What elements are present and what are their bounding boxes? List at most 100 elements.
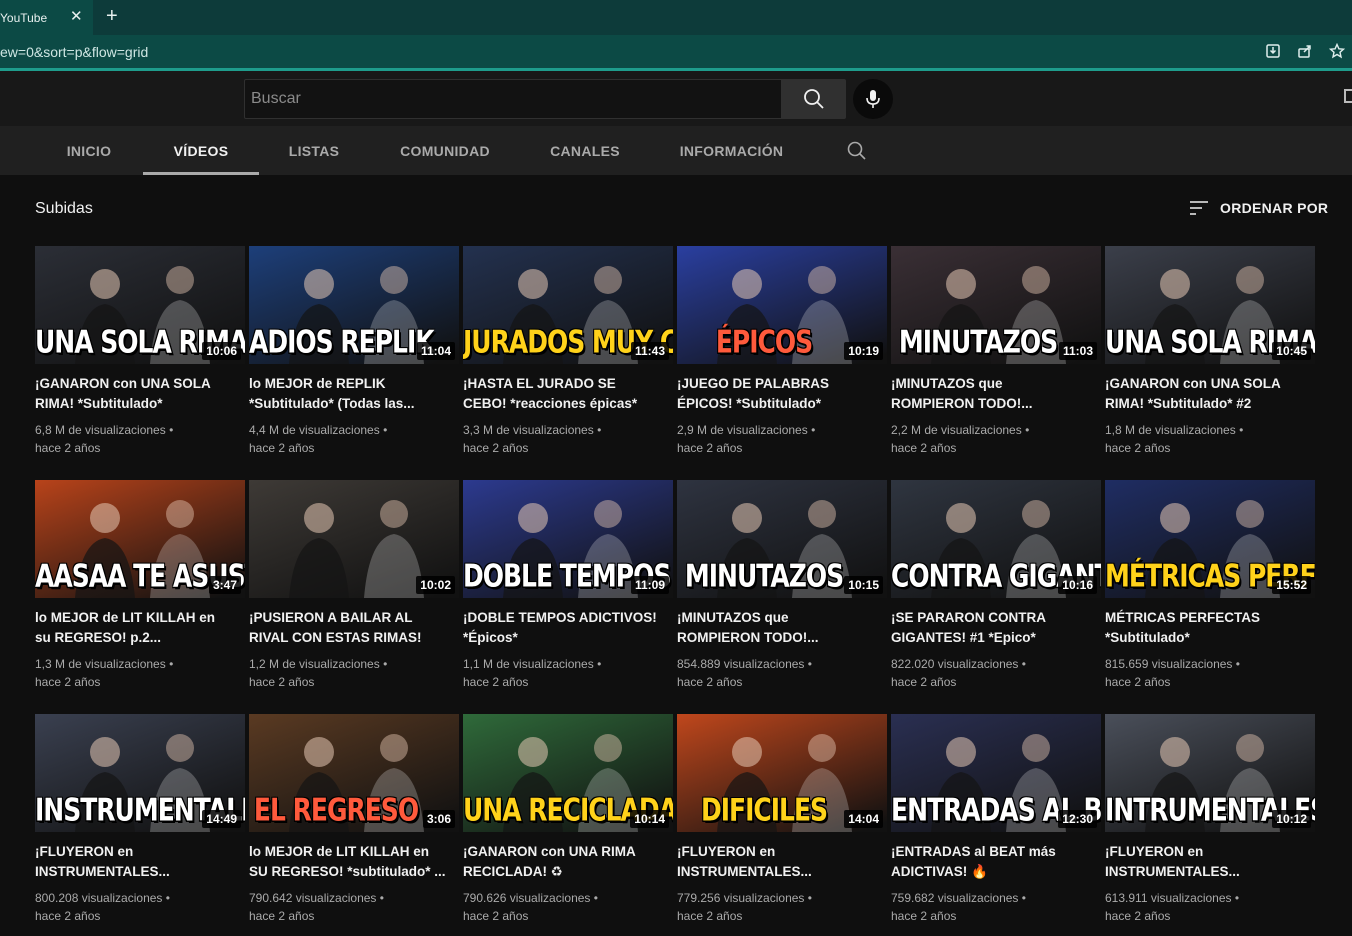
video-title[interactable]: ¡MINUTAZOS que ROMPIERON TODO!...: [677, 608, 887, 648]
video-card[interactable]: ÉPICOS 10:19 ¡JUEGO DE PALABRAS ÉPICOS! *Su…: [677, 246, 887, 457]
video-title-line: ¡GANARON con UNA RIMA: [463, 844, 636, 859]
video-card[interactable]: UNA RECICLADA 10:14 ¡GANARON con UNA RIMA R…: [463, 714, 673, 925]
video-title[interactable]: ¡ENTRADAS al BEAT más ADICTIVAS! 🔥: [891, 842, 1101, 882]
video-thumbnail[interactable]: 10:02: [249, 480, 459, 598]
video-card[interactable]: CONTRA GIGANTES10:16 ¡SE PARARON CONTRA GI…: [891, 480, 1101, 691]
bookmark-star-icon[interactable]: [1328, 42, 1346, 61]
video-card[interactable]: AASAA TE ASUSTASTE!3:47 lo MEJOR de LIT K…: [35, 480, 245, 691]
meta-separator: •: [165, 657, 174, 671]
video-card[interactable]: INTRUMENTALES 10:12 ¡FLUYERON en INSTRUMENT…: [1105, 714, 1315, 925]
sort-button[interactable]: ORDENAR POR: [1188, 199, 1328, 217]
video-thumbnail[interactable]: INSTRUMENTALES14:49: [35, 714, 245, 832]
video-title[interactable]: ¡JUEGO DE PALABRAS ÉPICOS! *Subtitulado*: [677, 374, 887, 414]
video-thumbnail[interactable]: ÉPICOS 10:19: [677, 246, 887, 364]
video-title-line: ROMPIERON TODO!...: [891, 396, 1033, 411]
channel-search-icon[interactable]: [846, 140, 868, 162]
create-icon[interactable]: [1344, 89, 1352, 103]
video-card[interactable]: 10:02 ¡PUSIERON A BAILAR AL RIVAL CON ESTA…: [249, 480, 459, 691]
close-tab-icon[interactable]: ✕: [70, 9, 83, 24]
video-thumbnail[interactable]: EL REGRESO 3:06: [249, 714, 459, 832]
tab-informacion[interactable]: INFORMACIÓN: [671, 126, 792, 175]
video-card[interactable]: MÉTRICAS PERFECTAS15:52 MÉTRICAS PERFECTA…: [1105, 480, 1315, 691]
video-title[interactable]: ¡FLUYERON en INSTRUMENTALES...: [1105, 842, 1315, 882]
video-metadata: 2,9 M de visualizaciones • hace 2 años: [677, 421, 887, 457]
view-count: 759.682 visualizaciones: [891, 891, 1019, 905]
tab-canales[interactable]: CANALES: [541, 126, 629, 175]
video-title-line: *Subtitulado*: [1105, 630, 1190, 645]
video-title[interactable]: ¡SE PARARON CONTRA GIGANTES! #1 *Epico*: [891, 608, 1101, 648]
video-title[interactable]: ¡GANARON con UNA RIMA RECICLADA! ♻: [463, 842, 673, 882]
video-card[interactable]: MINUTAZOS 11:03 ¡MINUTAZOS que ROMPIERON TO…: [891, 246, 1101, 457]
url-text[interactable]: ew=0&sort=p&flow=grid: [0, 44, 148, 60]
video-title[interactable]: ¡GANARON con UNA SOLA RIMA! *Subtitulado*: [35, 374, 245, 414]
video-thumbnail[interactable]: ADIOS REPLIK 11:04: [249, 246, 459, 364]
video-duration: 10:12: [1272, 810, 1311, 828]
tab-videos[interactable]: VÍDEOS: [143, 126, 259, 175]
video-title[interactable]: ¡HASTA EL JURADO SE CEBO! *reacciones épi…: [463, 374, 673, 414]
video-title-line: ¡FLUYERON en: [1105, 844, 1204, 859]
video-title-line: ¡MINUTAZOS que: [891, 376, 1003, 391]
video-metadata: 1,8 M de visualizaciones • hace 2 años: [1105, 421, 1315, 457]
video-card[interactable]: UNA SOLA RIMA 10:45 ¡GANARON con UNA SOLA R…: [1105, 246, 1315, 457]
view-count: 815.659 visualizaciones: [1105, 657, 1233, 671]
video-thumbnail[interactable]: UNA RECICLADA 10:14: [463, 714, 673, 832]
video-title[interactable]: MÉTRICAS PERFECTAS *Subtitulado*: [1105, 608, 1315, 648]
upload-age: hace 2 años: [1105, 675, 1171, 689]
video-title[interactable]: lo MEJOR de LIT KILLAH en SU REGRESO! *su…: [249, 842, 459, 882]
video-card[interactable]: INSTRUMENTALES14:49 ¡FLUYERON en INSTRUMEN…: [35, 714, 245, 925]
video-thumbnail[interactable]: DOBLE TEMPOS 11:09: [463, 480, 673, 598]
video-thumbnail[interactable]: DIFICILES 14:04: [677, 714, 887, 832]
meta-separator: •: [165, 423, 174, 437]
upload-age: hace 2 años: [463, 909, 529, 923]
video-thumbnail[interactable]: JURADOS MUY CEBADOS11:43: [463, 246, 673, 364]
video-title[interactable]: lo MEJOR de LIT KILLAH en su REGRESO! p.2…: [35, 608, 245, 648]
video-thumbnail[interactable]: MINUTAZOS 11:03: [891, 246, 1101, 364]
video-card[interactable]: DIFICILES 14:04 ¡FLUYERON en INSTRUMENTALES…: [677, 714, 887, 925]
video-thumbnail[interactable]: MINUTAZOS 10:15: [677, 480, 887, 598]
video-card[interactable]: ADIOS REPLIK 11:04 lo MEJOR de REPLIK *Subt…: [249, 246, 459, 457]
video-thumbnail[interactable]: CONTRA GIGANTES10:16: [891, 480, 1101, 598]
video-card[interactable]: DOBLE TEMPOS 11:09 ¡DOBLE TEMPOS ADICTIVOS…: [463, 480, 673, 691]
video-title-line: INSTRUMENTALES...: [35, 864, 170, 879]
video-thumbnail[interactable]: MÉTRICAS PERFECTAS15:52: [1105, 480, 1315, 598]
meta-separator: •: [1235, 423, 1244, 437]
video-title-line: *Subtitulado* (Todas las...: [249, 396, 415, 411]
video-title[interactable]: ¡FLUYERON en INSTRUMENTALES...: [35, 842, 245, 882]
meta-separator: •: [1231, 891, 1240, 905]
video-title[interactable]: ¡MINUTAZOS que ROMPIERON TODO!...: [891, 374, 1101, 414]
browser-tab[interactable]: YouTube ✕: [0, 0, 93, 35]
video-thumbnail[interactable]: UNA SOLA RIMA 10:06: [35, 246, 245, 364]
video-thumbnail[interactable]: ENTRADAS AL BEAT12:30: [891, 714, 1101, 832]
video-thumbnail[interactable]: UNA SOLA RIMA 10:45: [1105, 246, 1315, 364]
install-app-icon[interactable]: [1264, 43, 1282, 61]
video-card[interactable]: JURADOS MUY CEBADOS11:43 ¡HASTA EL JURADO…: [463, 246, 673, 457]
video-title[interactable]: ¡PUSIERON A BAILAR AL RIVAL CON ESTAS RIM…: [249, 608, 459, 648]
video-duration: 14:49: [202, 810, 241, 828]
video-title[interactable]: ¡DOBLE TEMPOS ADICTIVOS! *Épicos*: [463, 608, 673, 648]
tab-comunidad[interactable]: COMUNIDAD: [392, 126, 498, 175]
tab-listas[interactable]: LISTAS: [280, 126, 348, 175]
video-thumbnail[interactable]: AASAA TE ASUSTASTE!3:47: [35, 480, 245, 598]
search-input[interactable]: Buscar: [244, 79, 782, 119]
video-card[interactable]: UNA SOLA RIMA 10:06 ¡GANARON con UNA SOLA R…: [35, 246, 245, 457]
view-count: 1,8 M de visualizaciones: [1105, 423, 1236, 437]
video-title[interactable]: ¡GANARON con UNA SOLA RIMA! *Subtitulado*…: [1105, 374, 1315, 414]
video-duration: 3:47: [208, 576, 241, 594]
video-duration: 10:06: [202, 342, 241, 360]
video-card[interactable]: MINUTAZOS 10:15 ¡MINUTAZOS que ROMPIERON TO…: [677, 480, 887, 691]
share-icon[interactable]: [1296, 43, 1314, 61]
video-card[interactable]: EL REGRESO 3:06 lo MEJOR de LIT KILLAH en S…: [249, 714, 459, 925]
search-button[interactable]: [782, 79, 846, 119]
video-thumbnail[interactable]: INTRUMENTALES 10:12: [1105, 714, 1315, 832]
video-title[interactable]: lo MEJOR de REPLIK *Subtitulado* (Todas l…: [249, 374, 459, 414]
video-title-line: ¡SE PARARON CONTRA: [891, 610, 1046, 625]
meta-separator: •: [590, 891, 598, 905]
upload-age: hace 2 años: [35, 675, 101, 689]
video-card[interactable]: ENTRADAS AL BEAT12:30 ¡ENTRADAS al BEAT m…: [891, 714, 1101, 925]
video-title[interactable]: ¡FLUYERON en INSTRUMENTALES...: [677, 842, 887, 882]
tab-inicio[interactable]: INICIO: [56, 126, 122, 175]
address-bar[interactable]: ew=0&sort=p&flow=grid: [0, 35, 1352, 71]
video-duration: 3:06: [422, 810, 455, 828]
voice-search-button[interactable]: [853, 79, 893, 119]
new-tab-icon[interactable]: +: [106, 6, 118, 26]
